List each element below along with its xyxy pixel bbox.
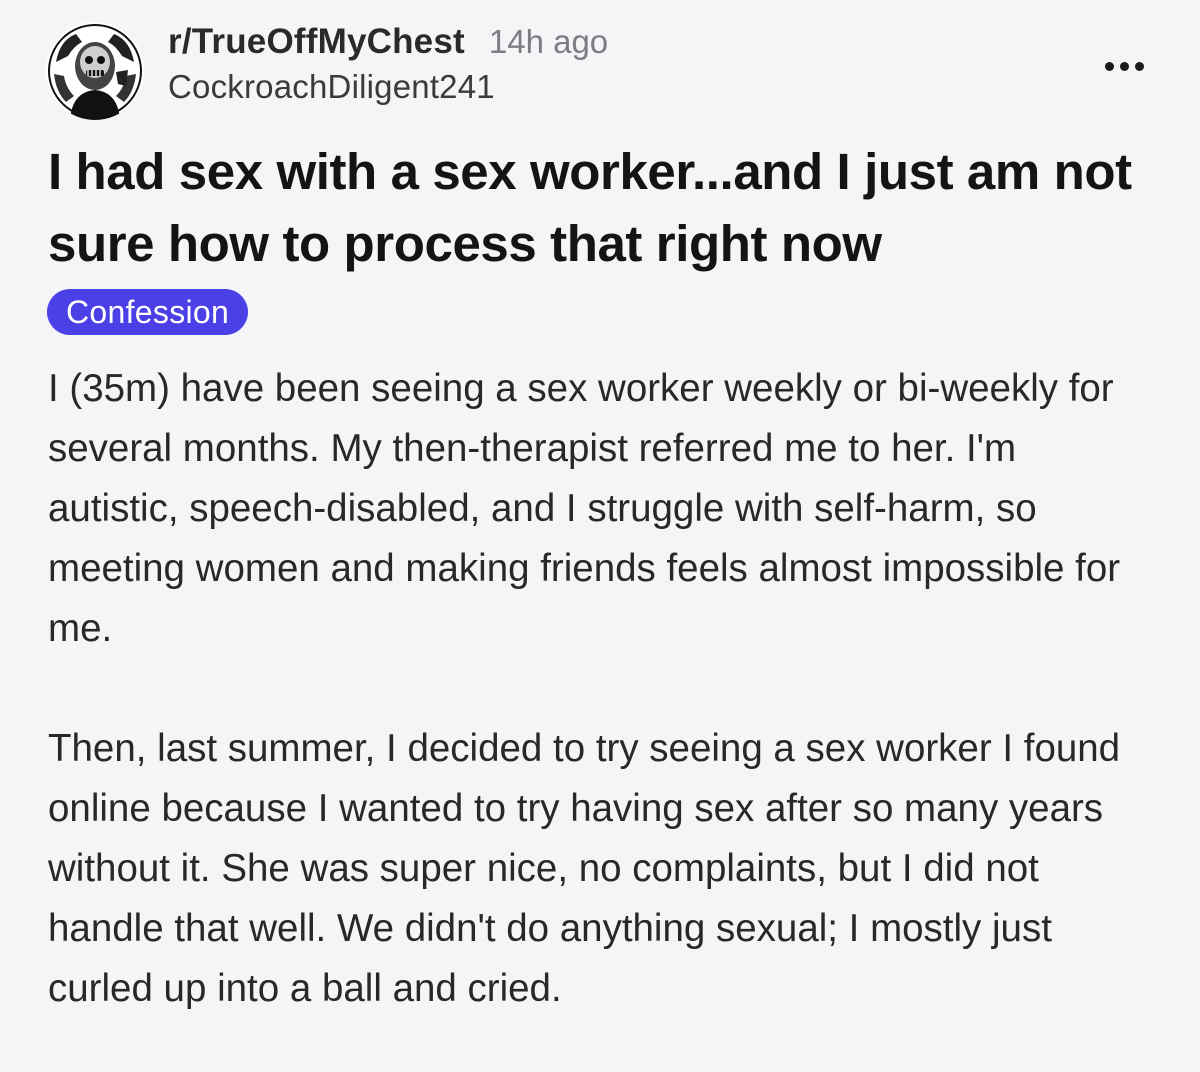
post-meta-row: r/TrueOffMyChest 14h ago xyxy=(168,22,608,66)
post-title[interactable]: I had sex with a sex worker...and I just… xyxy=(48,136,1158,280)
subreddit-link[interactable]: r/TrueOffMyChest xyxy=(168,22,465,62)
author-link[interactable]: CockroachDiligent241 xyxy=(168,68,608,106)
post-flair-badge[interactable]: Confession xyxy=(47,289,249,335)
post-meta: r/TrueOffMyChest 14h ago CockroachDilige… xyxy=(168,22,608,106)
post-timestamp: 14h ago xyxy=(488,23,609,60)
post-body-paragraph: Then, last summer, I decided to try seei… xyxy=(48,727,1121,1010)
more-options-icon xyxy=(1134,61,1144,71)
more-options-button[interactable] xyxy=(1094,46,1154,86)
reddit-post: r/TrueOffMyChest 14h ago CockroachDilige… xyxy=(0,0,1200,1072)
post-body: I (35m) have been seeing a sex worker we… xyxy=(48,359,1168,1019)
more-options-icon xyxy=(1104,61,1114,71)
post-header: r/TrueOffMyChest 14h ago CockroachDilige… xyxy=(38,14,1162,120)
post-body-paragraph: I (35m) have been seeing a sex worker we… xyxy=(48,367,1121,650)
more-options-icon xyxy=(1119,61,1129,71)
subreddit-avatar-icon[interactable] xyxy=(46,22,144,120)
